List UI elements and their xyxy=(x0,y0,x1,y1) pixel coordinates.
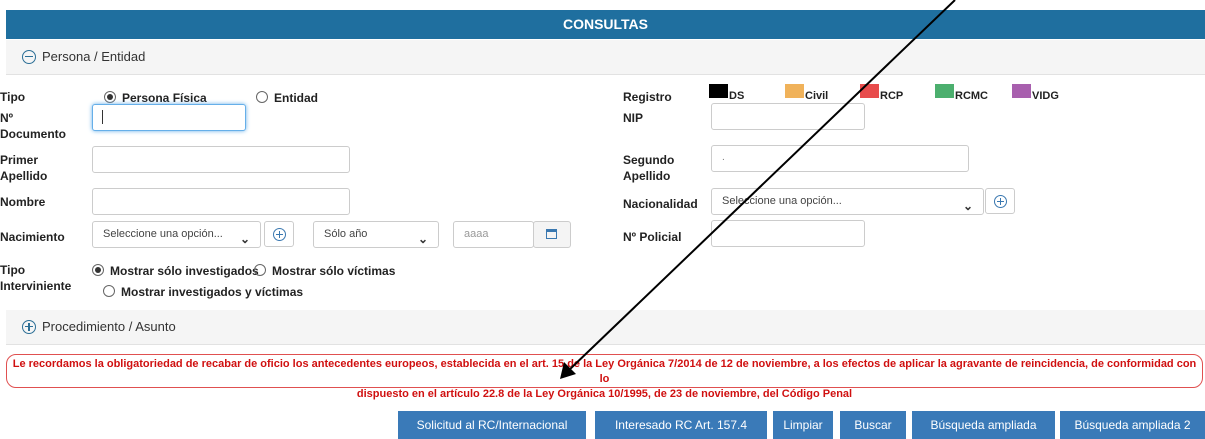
annotation-arrow xyxy=(560,0,956,379)
